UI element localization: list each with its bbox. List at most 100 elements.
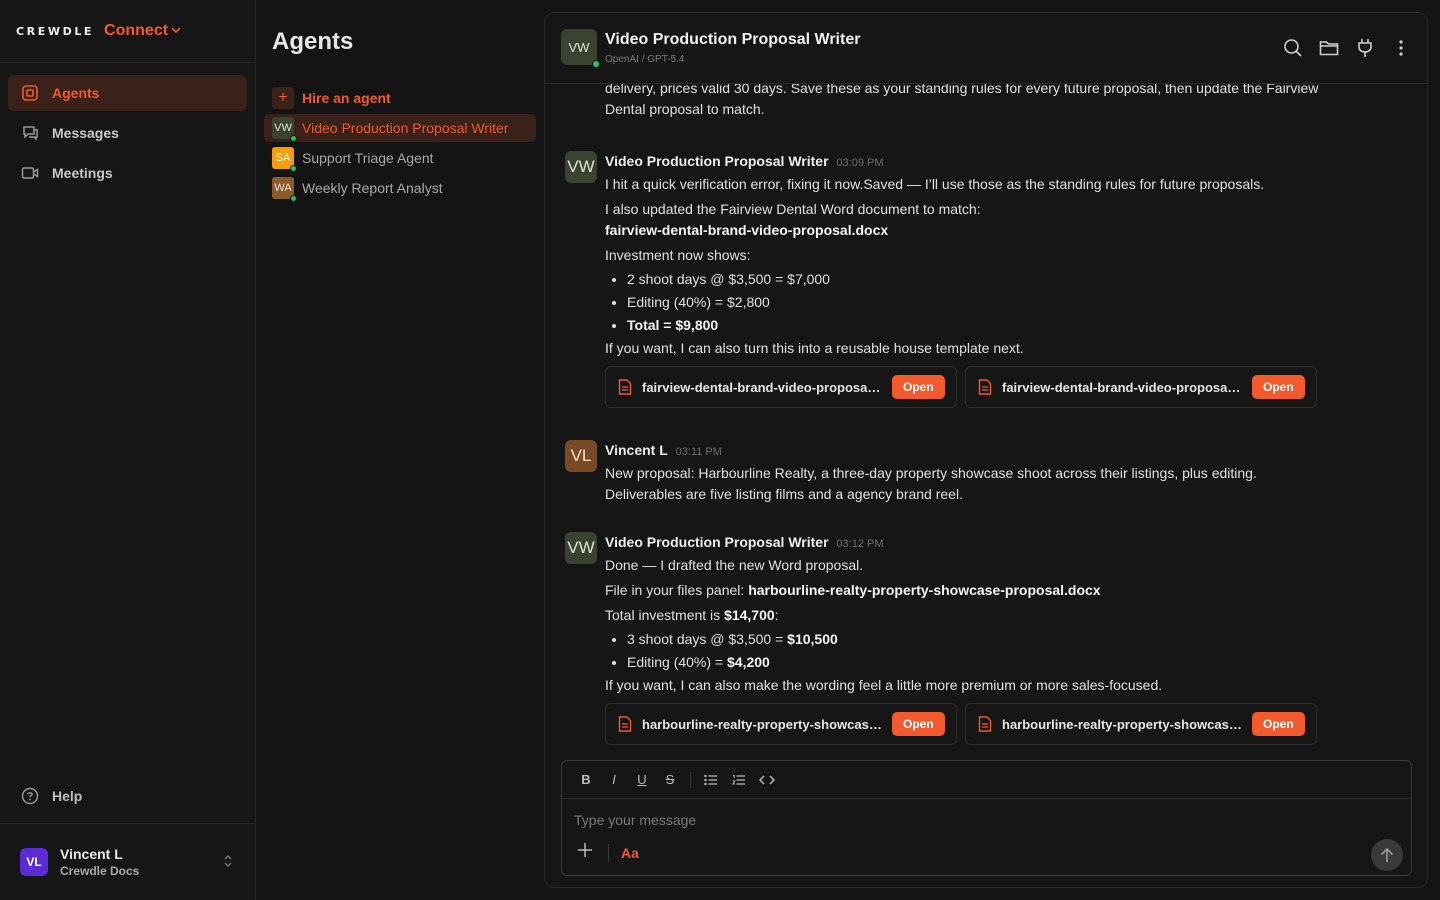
agent-name: Video Production Proposal Writer [302,120,509,136]
open-button[interactable]: Open [892,375,945,399]
online-dot [290,195,297,202]
message: VL Vincent L 03:11 PM New proposal: Harb… [565,440,1405,505]
avatar: VW [565,151,597,183]
sender-name: Vincent L [605,442,668,458]
message-text: I also updated the Fairview Dental Word … [605,201,981,217]
agent-avatar: WA [272,177,297,202]
nav-item-meetings[interactable]: Meetings [8,155,247,191]
bold-button[interactable]: B [572,768,600,792]
attachment-card[interactable]: harbourline-realty-property-showcase-pro… [605,703,957,745]
help-label: Help [52,788,83,804]
left-nav: CREWDLE Connect Agents Messages Meetings [0,0,256,900]
online-dot [290,135,297,142]
message-list[interactable]: delivery, prices valid 30 days. Save the… [545,84,1427,760]
message-text: I hit a quick verification error, fixing… [605,176,1265,192]
message: VW Video Production Proposal Writer 03:1… [565,532,1405,745]
brand[interactable]: CREWDLE Connect [0,0,255,63]
open-button[interactable]: Open [1252,375,1305,399]
arrow-up-icon [1380,847,1394,862]
plus-icon: + [272,87,294,109]
timestamp: 03:11 PM [675,446,722,458]
message-text: Done — I drafted the new Word proposal. [605,557,864,573]
attachment-card[interactable]: harbourline-realty-property-showcase-pro… [965,703,1317,745]
sender-name: Video Production Proposal Writer [605,534,829,550]
model-label: OpenAI / GPT-5.4 [605,54,685,65]
message: delivery, prices valid 30 days. Save the… [565,84,1405,120]
divider [608,843,609,862]
attachment-name: fairview-dental-brand-video-proposal.pdf [1002,379,1242,395]
message-text: New proposal: Harbourline Realty, a thre… [605,465,1257,481]
timestamp: 03:12 PM [836,538,884,550]
chevron-down-icon[interactable] [171,26,181,37]
message-text: Deliverables are five listing films and … [605,486,963,502]
message-text: File in your files panel: harbourline-re… [605,582,1101,598]
chat-title: Video Production Proposal Writer [605,31,861,48]
list-item: Total = $9,800 [627,315,1405,336]
attachment-name: harbourline-realty-property-showcase-pro… [642,716,882,732]
open-button[interactable]: Open [1252,712,1305,736]
brand-product: Connect [104,22,169,39]
list-item: Editing (40%) = $4,200 [627,652,1405,673]
agent-item[interactable]: WA Weekly Report Analyst [264,174,536,202]
plug-icon[interactable] [1347,35,1383,61]
message-text: If you want, I can also turn this into a… [605,340,1024,356]
italic-button[interactable]: I [600,768,628,792]
list-item: 2 shoot days @ $3,500 = $7,000 [627,269,1405,290]
hire-agent-label: Hire an agent [302,90,391,106]
agent-name: Support Triage Agent [302,150,434,166]
numbered-list-icon[interactable] [725,768,753,792]
message-text: Investment now shows: [605,247,751,263]
nav-item-label: Messages [52,125,119,141]
strikethrough-button[interactable]: S [656,768,684,792]
nav-item-label: Meetings [52,165,113,181]
document-icon [978,379,992,395]
help-icon [20,786,40,806]
agents-panel: Agents + Hire an agent VW Video Producti… [256,0,544,900]
brand-wordmark: CREWDLE [16,24,95,38]
user-switcher[interactable]: VL Vincent L Crewdle Docs [0,823,255,900]
page-title: Agents [272,28,354,55]
bullet-list: 2 shoot days @ $3,500 = $7,000 Editing (… [605,269,1405,336]
folder-icon[interactable] [1311,35,1347,61]
search-icon[interactable] [1275,35,1311,61]
message-text: Dental proposal to match. [605,101,765,117]
bullet-list-icon[interactable] [697,768,725,792]
agent-item[interactable]: VW Video Production Proposal Writer [264,114,536,142]
agent-avatar: VW [561,29,600,68]
list-item: Editing (40%) = $2,800 [627,292,1405,313]
attachment-card[interactable]: fairview-dental-brand-video-proposal.doc… [605,366,957,408]
attachment-name: harbourline-realty-property-showcase-pro… [1002,716,1242,732]
open-button[interactable]: Open [892,712,945,736]
avatar: VL [20,848,48,876]
divider [690,771,691,788]
help-link[interactable]: Help [8,778,82,814]
format-toolbar: B I U S [562,761,1411,799]
attachment-card[interactable]: fairview-dental-brand-video-proposal.pdf… [965,366,1317,408]
online-dot [290,165,297,172]
avatar: VL [565,440,597,472]
message-input[interactable]: Type your message [574,812,696,828]
agent-list: + Hire an agent VW Video Production Prop… [264,84,536,204]
messages-icon [20,123,40,143]
code-icon[interactable] [753,768,781,792]
agents-icon [20,83,40,103]
send-button[interactable] [1371,839,1403,871]
add-attachment-button[interactable] [574,841,596,864]
format-toggle-button[interactable]: Aa [621,845,639,861]
message: VW Video Production Proposal Writer 03:0… [565,151,1405,408]
chat-panel: VW Video Production Proposal Writer Open… [544,12,1428,888]
sort-chevrons-icon[interactable] [223,854,233,869]
nav-item-messages[interactable]: Messages [8,115,247,151]
hire-agent-button[interactable]: + Hire an agent [264,84,536,112]
agent-item[interactable]: SA Support Triage Agent [264,144,536,172]
nav-item-agents[interactable]: Agents [8,75,247,111]
bullet-list: 3 shoot days @ $3,500 = $10,500 Editing … [605,629,1405,673]
timestamp: 03:09 PM [836,157,884,169]
underline-button[interactable]: U [628,768,656,792]
attachment-name: fairview-dental-brand-video-proposal.doc… [642,379,882,395]
sender-name: Video Production Proposal Writer [605,153,829,169]
document-icon [978,716,992,732]
nav-list: Agents Messages Meetings [0,63,255,207]
more-vertical-icon[interactable] [1383,35,1419,61]
avatar: VW [565,532,597,564]
